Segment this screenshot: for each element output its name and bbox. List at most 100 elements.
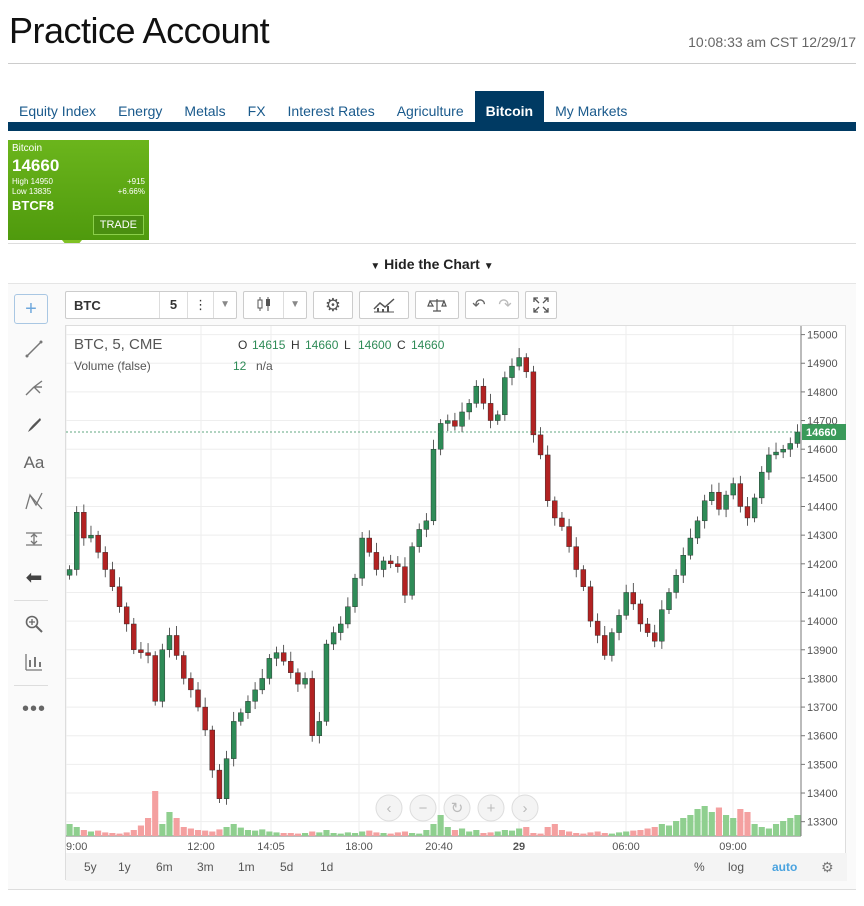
candle-body <box>437 423 444 450</box>
zoom-out-icon-glyph: − <box>419 800 428 817</box>
volume-bar <box>130 830 137 836</box>
pitchfork-icon[interactable] <box>14 368 54 406</box>
indicators-button[interactable] <box>359 291 409 319</box>
range-button-1y[interactable]: 1y <box>118 860 131 874</box>
tab-my-markets[interactable]: My Markets <box>544 91 638 131</box>
volume-bar <box>123 832 130 836</box>
candle-body <box>173 635 180 656</box>
candle-body <box>466 403 472 413</box>
trend-line-icon[interactable] <box>14 330 54 368</box>
price-chart[interactable]: 14660 15000 14900 14800 14700 14600 14500 14400… <box>65 325 847 881</box>
more-icon[interactable]: ••• <box>14 690 54 728</box>
volume-bar <box>144 818 152 836</box>
candle-body <box>181 655 187 679</box>
candle-body <box>238 712 244 722</box>
range-button-5y[interactable]: 5y <box>84 860 97 874</box>
compare-button[interactable] <box>415 291 459 319</box>
volume-bar <box>359 831 366 836</box>
ruler-chart-icon[interactable] <box>14 643 54 681</box>
legend-l-value: 14600 <box>358 338 392 352</box>
volume-bar <box>159 824 166 836</box>
volume-bar <box>430 824 437 836</box>
tab-agriculture[interactable]: Agriculture <box>386 91 475 131</box>
volume-bar <box>280 833 287 836</box>
volume-bar <box>730 818 737 836</box>
volume-bar <box>594 831 601 836</box>
range-button-3m[interactable]: 3m <box>197 860 214 874</box>
brush-icon[interactable] <box>14 406 54 444</box>
volume-bar <box>273 832 280 836</box>
tab-fx[interactable]: FX <box>237 91 277 131</box>
chart-style-button[interactable]: ▼ <box>243 291 307 319</box>
volume-bar <box>637 830 644 836</box>
volume-bar <box>480 833 487 836</box>
y-tick-label: 14200 <box>807 559 838 571</box>
tab-bitcoin[interactable]: Bitcoin <box>474 91 545 131</box>
scales-icon <box>427 299 447 312</box>
candle-body <box>202 706 208 731</box>
range-button-1d[interactable]: 1d <box>320 860 333 874</box>
measure-icon[interactable] <box>14 520 54 558</box>
trade-button[interactable]: TRADE <box>92 215 144 235</box>
range-button-6m[interactable]: 6m <box>156 860 173 874</box>
undo-icon[interactable]: ↶ <box>466 295 492 315</box>
chart-toolbar: BTC 5 ⋮ ▼ ▼ ⚙ ↶ ↷ <box>65 291 563 319</box>
crosshair-icon[interactable]: + <box>14 294 48 324</box>
tab-interest-rates[interactable]: Interest Rates <box>277 91 386 131</box>
candle-body <box>673 575 679 593</box>
candle-body <box>345 606 351 625</box>
scale-button-pct[interactable]: % <box>694 860 705 874</box>
candle-body <box>395 563 401 567</box>
bitcoin-quote-tile[interactable]: Bitcoin 14660 High 14950 +915 Low 13835 +6… <box>8 140 149 240</box>
symbol-field[interactable]: BTC 5 ⋮ ▼ <box>65 291 237 319</box>
candle-body <box>637 603 644 625</box>
hide-chart-toggle[interactable]: ▼ Hide the Chart ▼ <box>8 244 856 284</box>
tab-metals[interactable]: Metals <box>173 91 236 131</box>
more-vertical-icon[interactable]: ⋮ <box>187 292 213 318</box>
symbol-input[interactable]: BTC <box>74 298 101 313</box>
text-tool-icon[interactable]: Aa <box>14 444 54 482</box>
interval-value[interactable]: 5 <box>158 292 187 318</box>
volume-bar <box>772 824 780 836</box>
volume-bar <box>494 831 501 836</box>
candle-body <box>81 512 87 539</box>
settings-button[interactable]: ⚙ <box>313 291 353 319</box>
candle-body <box>288 661 294 673</box>
volume-bar <box>794 815 801 836</box>
y-tick-label: 14500 <box>807 473 838 485</box>
tab-energy[interactable]: Energy <box>107 91 173 131</box>
volume-bar <box>95 830 102 836</box>
x-tick-label: 12:00 <box>187 841 215 853</box>
redo-icon[interactable]: ↷ <box>492 295 518 315</box>
candle-body <box>666 592 672 610</box>
volume-bar <box>508 830 516 836</box>
y-tick-label: 13300 <box>807 817 838 829</box>
tile-high: High 14950 <box>12 177 53 186</box>
arrow-left-icon[interactable]: ⬅ <box>14 558 54 596</box>
candle-body <box>259 678 265 691</box>
gear-icon[interactable]: ⚙ <box>821 859 834 875</box>
candle-body <box>723 494 729 510</box>
range-button-1m[interactable]: 1m <box>238 860 255 874</box>
volume-legend-na: n/a <box>256 359 273 373</box>
fullscreen-button[interactable] <box>525 291 557 319</box>
candles-icon <box>244 295 283 316</box>
range-button-5d[interactable]: 5d <box>280 860 293 874</box>
candle-body <box>644 623 651 633</box>
volume-bar <box>366 830 373 836</box>
pattern-icon[interactable] <box>14 482 54 520</box>
volume-bar <box>380 833 387 836</box>
volume-bar <box>765 828 772 836</box>
zoom-icon[interactable] <box>14 605 54 643</box>
scale-button-auto[interactable]: auto <box>772 860 797 874</box>
volume-bar <box>673 821 680 836</box>
candle-body <box>88 534 94 539</box>
chart-svg[interactable]: 14660 15000 14900 14800 14700 14600 14500 14400… <box>65 326 847 881</box>
volume-bar <box>344 832 351 836</box>
chevron-down-icon[interactable]: ▼ <box>283 292 306 318</box>
scale-button-log[interactable]: log <box>728 860 744 874</box>
tab-equity-index[interactable]: Equity Index <box>8 91 107 131</box>
volume-bar <box>608 833 615 836</box>
chevron-down-icon[interactable]: ▼ <box>213 292 236 318</box>
volume-bar <box>644 828 651 836</box>
